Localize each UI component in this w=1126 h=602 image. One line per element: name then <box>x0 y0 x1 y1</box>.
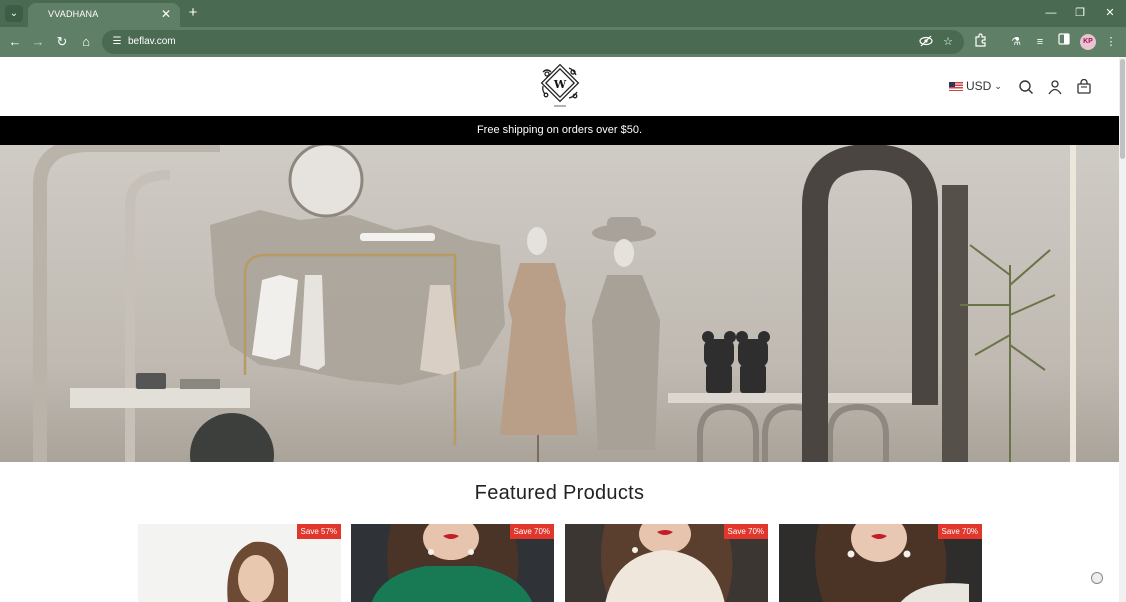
us-flag-icon <box>949 81 963 91</box>
currency-selector[interactable]: USD ⌄ <box>949 79 1002 93</box>
site-info-icon[interactable]: ☰ <box>109 34 125 50</box>
product-card[interactable]: Save 57% <box>138 524 341 602</box>
scrollbar-thumb[interactable] <box>1120 59 1125 159</box>
forward-icon[interactable]: → <box>28 32 48 52</box>
sale-badge: Save 70% <box>937 524 982 539</box>
sale-badge: Save 57% <box>296 524 341 539</box>
product-card[interactable]: Save 70% <box>779 524 982 602</box>
side-panel-icon[interactable] <box>1055 33 1073 51</box>
chat-widget-icon[interactable] <box>1091 572 1103 584</box>
sale-badge: Save 70% <box>723 524 768 539</box>
minimize-button[interactable]: — <box>1038 4 1064 22</box>
home-icon[interactable]: ⌂ <box>76 32 96 52</box>
media-control-icon[interactable]: ≡ <box>1031 33 1049 51</box>
browser-menu-icon[interactable]: ⋮ <box>1102 33 1120 51</box>
bookmark-star-icon[interactable]: ☆ <box>940 34 956 50</box>
search-icon[interactable] <box>1018 79 1034 95</box>
browser-toolbar: ← → ↻ ⌂ ☰ beflav.com ☆ ⚗ ≡ KP ⋮ <box>0 27 1126 57</box>
logo-letter: W <box>553 78 567 91</box>
account-icon[interactable] <box>1047 79 1063 95</box>
currency-label: USD <box>966 79 992 93</box>
page-scrollbar[interactable] <box>1119 57 1126 602</box>
featured-products-heading: Featured Products <box>474 482 645 504</box>
restore-button[interactable]: ❐ <box>1067 4 1093 22</box>
reload-icon[interactable]: ↻ <box>52 32 72 52</box>
browser-tab[interactable]: VVADHANA ✕ <box>28 3 180 27</box>
product-card[interactable]: Save 70% <box>351 524 554 602</box>
labs-flask-icon[interactable]: ⚗ <box>1007 33 1025 51</box>
tab-title: VVADHANA <box>48 9 99 19</box>
new-tab-button[interactable]: + <box>184 4 202 22</box>
back-icon[interactable]: ← <box>5 32 25 52</box>
chevron-down-icon: ⌄ <box>994 80 1002 91</box>
hero-banner-image[interactable] <box>0 145 1119 462</box>
web-page: W USD ⌄ Free shipping on orders over $50… <box>0 57 1119 602</box>
product-card[interactable]: Save 70% <box>565 524 768 602</box>
close-window-button[interactable]: ✕ <box>1097 4 1123 22</box>
site-header: W USD ⌄ <box>0 57 1119 116</box>
announcement-bar: Free shipping on orders over $50. <box>0 116 1119 145</box>
tab-close-icon[interactable]: ✕ <box>158 6 174 22</box>
tab-search-button[interactable]: ⌄ <box>5 5 23 22</box>
browser-tabstrip: ⌄ VVADHANA ✕ + — ❐ ✕ <box>0 0 1126 27</box>
cart-bag-icon[interactable] <box>1076 78 1092 95</box>
brand-logo[interactable]: W <box>537 62 583 110</box>
extensions-icon[interactable] <box>972 33 990 51</box>
eye-slash-icon[interactable] <box>918 34 934 50</box>
address-bar[interactable]: ☰ beflav.com ☆ <box>102 30 964 54</box>
profile-avatar[interactable]: KP <box>1080 34 1096 50</box>
url-text[interactable]: beflav.com <box>128 36 176 47</box>
sale-badge: Save 70% <box>509 524 554 539</box>
